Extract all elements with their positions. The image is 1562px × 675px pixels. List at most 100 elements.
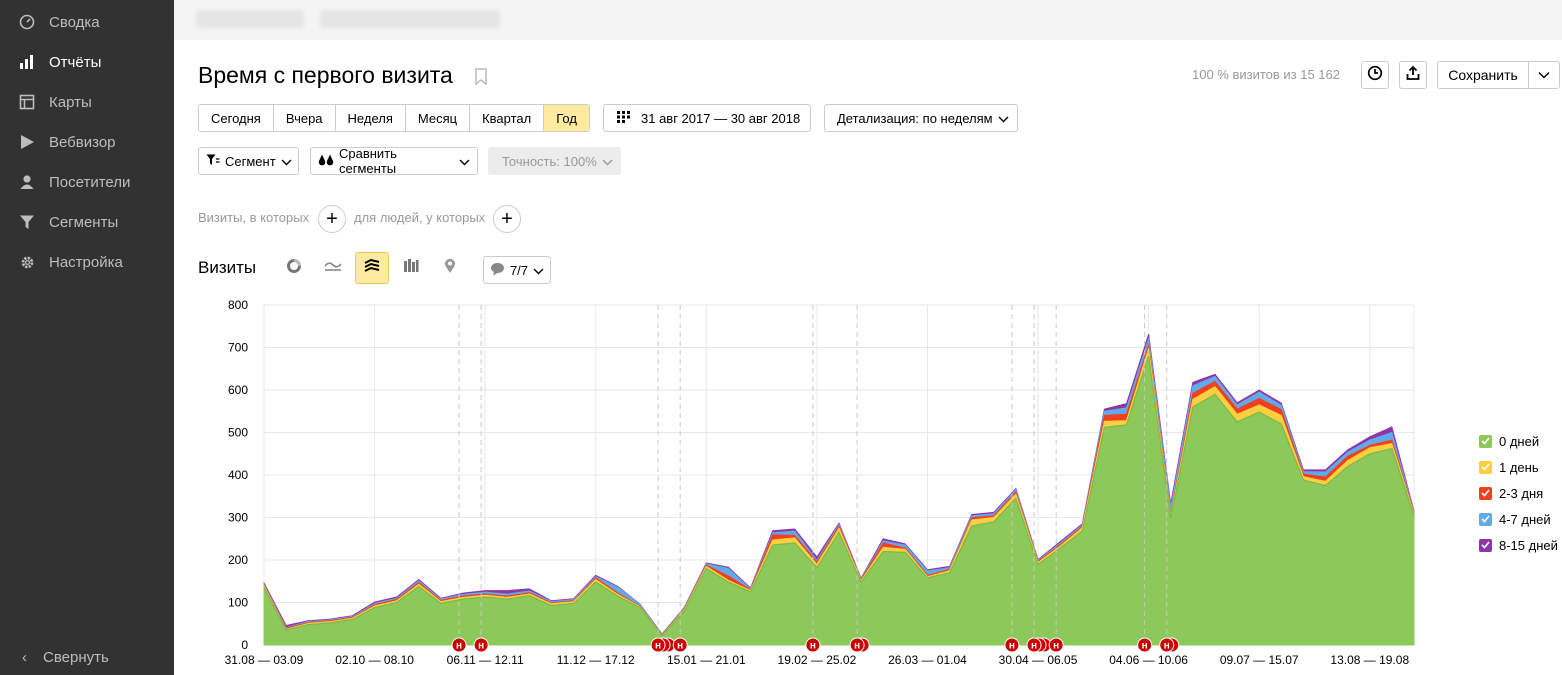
area-chart-icon (364, 258, 380, 278)
play-icon (18, 133, 36, 151)
sidebar-item-webvisor[interactable]: Вебвизор (0, 122, 174, 162)
top-bar (174, 0, 1562, 40)
legend-label: 8-15 дней (1499, 537, 1558, 553)
date-range-picker[interactable]: 31 авг 2017 — 30 авг 2018 (603, 104, 811, 132)
period-yesterday-button[interactable]: Вчера (273, 105, 336, 131)
area-chart-type-button[interactable] (355, 252, 389, 284)
accuracy-label: Точность: 100% (502, 153, 597, 169)
export-button[interactable] (1399, 61, 1427, 89)
chart-title: Визиты (198, 258, 257, 277)
chevron-down-icon (459, 154, 470, 169)
sidebar-item-maps[interactable]: Карты (0, 82, 174, 122)
funnel-icon (18, 213, 36, 231)
period-week-button[interactable]: Неделя (335, 105, 406, 131)
legend-item-4-7-days[interactable]: 4-7 дней (1479, 506, 1558, 532)
pie-chart-icon (286, 258, 302, 279)
period-selector: Сегодня Вчера Неделя Месяц Квартал Год (198, 104, 590, 132)
filter-icon (206, 154, 220, 169)
plus-icon: + (501, 207, 513, 230)
history-button[interactable] (1361, 61, 1389, 89)
bar-chart-icon (18, 53, 36, 71)
column-chart-type-button[interactable] (394, 252, 428, 284)
checkbox-checked-icon (1479, 434, 1492, 448)
upload-icon (1405, 65, 1421, 86)
location-pin-icon (443, 258, 457, 279)
chart-legend: 0 дней 1 день 2-3 дня 4-7 дней 8-15 дней (1479, 428, 1558, 558)
sidebar-item-segments[interactable]: Сегменты (0, 202, 174, 242)
line-chart-icon (324, 259, 342, 277)
sidebar-item-reports[interactable]: Отчёты (0, 42, 174, 82)
chevron-down-icon (533, 263, 544, 278)
counter-selector[interactable] (196, 10, 304, 28)
sidebar-item-label: Карты (49, 93, 92, 111)
people-condition-label: для людей, у которых (354, 210, 486, 225)
detail-label: Детализация: по неделям (837, 110, 993, 126)
gear-icon (18, 253, 36, 271)
save-options-button[interactable] (1528, 61, 1560, 89)
detail-dropdown[interactable]: Детализация: по неделям (824, 104, 1018, 132)
main-content: Время с первого визита 100 % визитов из … (174, 40, 1562, 675)
period-today-button[interactable]: Сегодня (199, 105, 274, 131)
checkbox-checked-icon (1479, 538, 1492, 552)
segment-button[interactable]: Сегмент (198, 147, 299, 175)
page-title: Время с первого визита (198, 62, 453, 88)
checkbox-checked-icon (1479, 486, 1492, 500)
sidebar-item-settings[interactable]: Настройка (0, 242, 174, 282)
sidebar-item-label: Сводка (49, 13, 100, 31)
compare-icon (318, 154, 334, 169)
legend-label: 2-3 дня (1499, 485, 1544, 501)
sidebar-collapse-button[interactable]: ‹ Свернуть (0, 639, 174, 675)
speech-bubble-icon (490, 262, 505, 279)
compare-label: Сравнить сегменты (339, 146, 397, 176)
sidebar-collapse-label: Свернуть (43, 648, 109, 666)
legend-label: 0 дней (1499, 433, 1540, 449)
map-icon (18, 93, 36, 111)
chevron-left-icon: ‹ (22, 648, 27, 666)
sidebar-item-summary[interactable]: Сводка (0, 2, 174, 42)
sidebar: Сводка Отчёты Карты Вебвизор Посетители … (0, 0, 174, 675)
notes-button[interactable]: 7/7 (483, 256, 551, 284)
legend-item-0-days[interactable]: 0 дней (1479, 428, 1558, 454)
user-icon (18, 173, 36, 191)
legend-item-8-15-days[interactable]: 8-15 дней (1479, 532, 1558, 558)
plus-icon: + (326, 207, 338, 230)
add-visit-condition-button[interactable]: + (318, 205, 346, 233)
add-people-condition-button[interactable]: + (493, 205, 521, 233)
legend-item-2-3-days[interactable]: 2-3 дня (1479, 480, 1558, 506)
chevron-down-icon (281, 154, 292, 169)
save-button[interactable]: Сохранить (1437, 61, 1529, 89)
date-range-label: 31 авг 2017 — 30 авг 2018 (641, 110, 801, 126)
period-month-button[interactable]: Месяц (405, 105, 471, 131)
column-chart-icon (403, 258, 419, 278)
segment-label: Сегмент (225, 153, 276, 169)
visits-info: 100 % визитов из 15 162 (1191, 67, 1340, 82)
pie-chart-type-button[interactable] (277, 252, 311, 284)
period-year-button[interactable]: Год (544, 105, 589, 131)
legend-label: 1 день (1499, 459, 1539, 475)
map-chart-type-button[interactable] (433, 252, 467, 284)
accuracy-dropdown[interactable]: Точность: 100% (488, 147, 621, 175)
calendar-icon (617, 110, 631, 126)
visits-condition-label: Визиты, в которых (198, 210, 310, 225)
notes-count: 7/7 (509, 262, 529, 278)
counter-info (320, 10, 500, 28)
gauge-icon (18, 13, 36, 31)
line-chart-type-button[interactable] (316, 252, 350, 284)
clock-icon (1367, 65, 1383, 86)
legend-item-1-day[interactable]: 1 день (1479, 454, 1558, 480)
legend-label: 4-7 дней (1499, 511, 1551, 527)
sidebar-item-label: Посетители (49, 173, 131, 191)
checkbox-checked-icon (1479, 512, 1492, 526)
chevron-down-icon (602, 154, 613, 169)
compare-segments-button[interactable]: Сравнить сегменты (310, 146, 478, 176)
period-quarter-button[interactable]: Квартал (470, 105, 545, 131)
bookmark-icon[interactable] (474, 68, 488, 90)
sidebar-item-label: Сегменты (49, 213, 119, 231)
sidebar-item-label: Настройка (49, 253, 123, 271)
chevron-down-icon (1538, 66, 1550, 84)
sidebar-item-label: Отчёты (49, 53, 102, 71)
checkbox-checked-icon (1479, 460, 1492, 474)
sidebar-item-label: Вебвизор (49, 133, 116, 151)
sidebar-item-visitors[interactable]: Посетители (0, 162, 174, 202)
chevron-down-icon (998, 111, 1009, 126)
